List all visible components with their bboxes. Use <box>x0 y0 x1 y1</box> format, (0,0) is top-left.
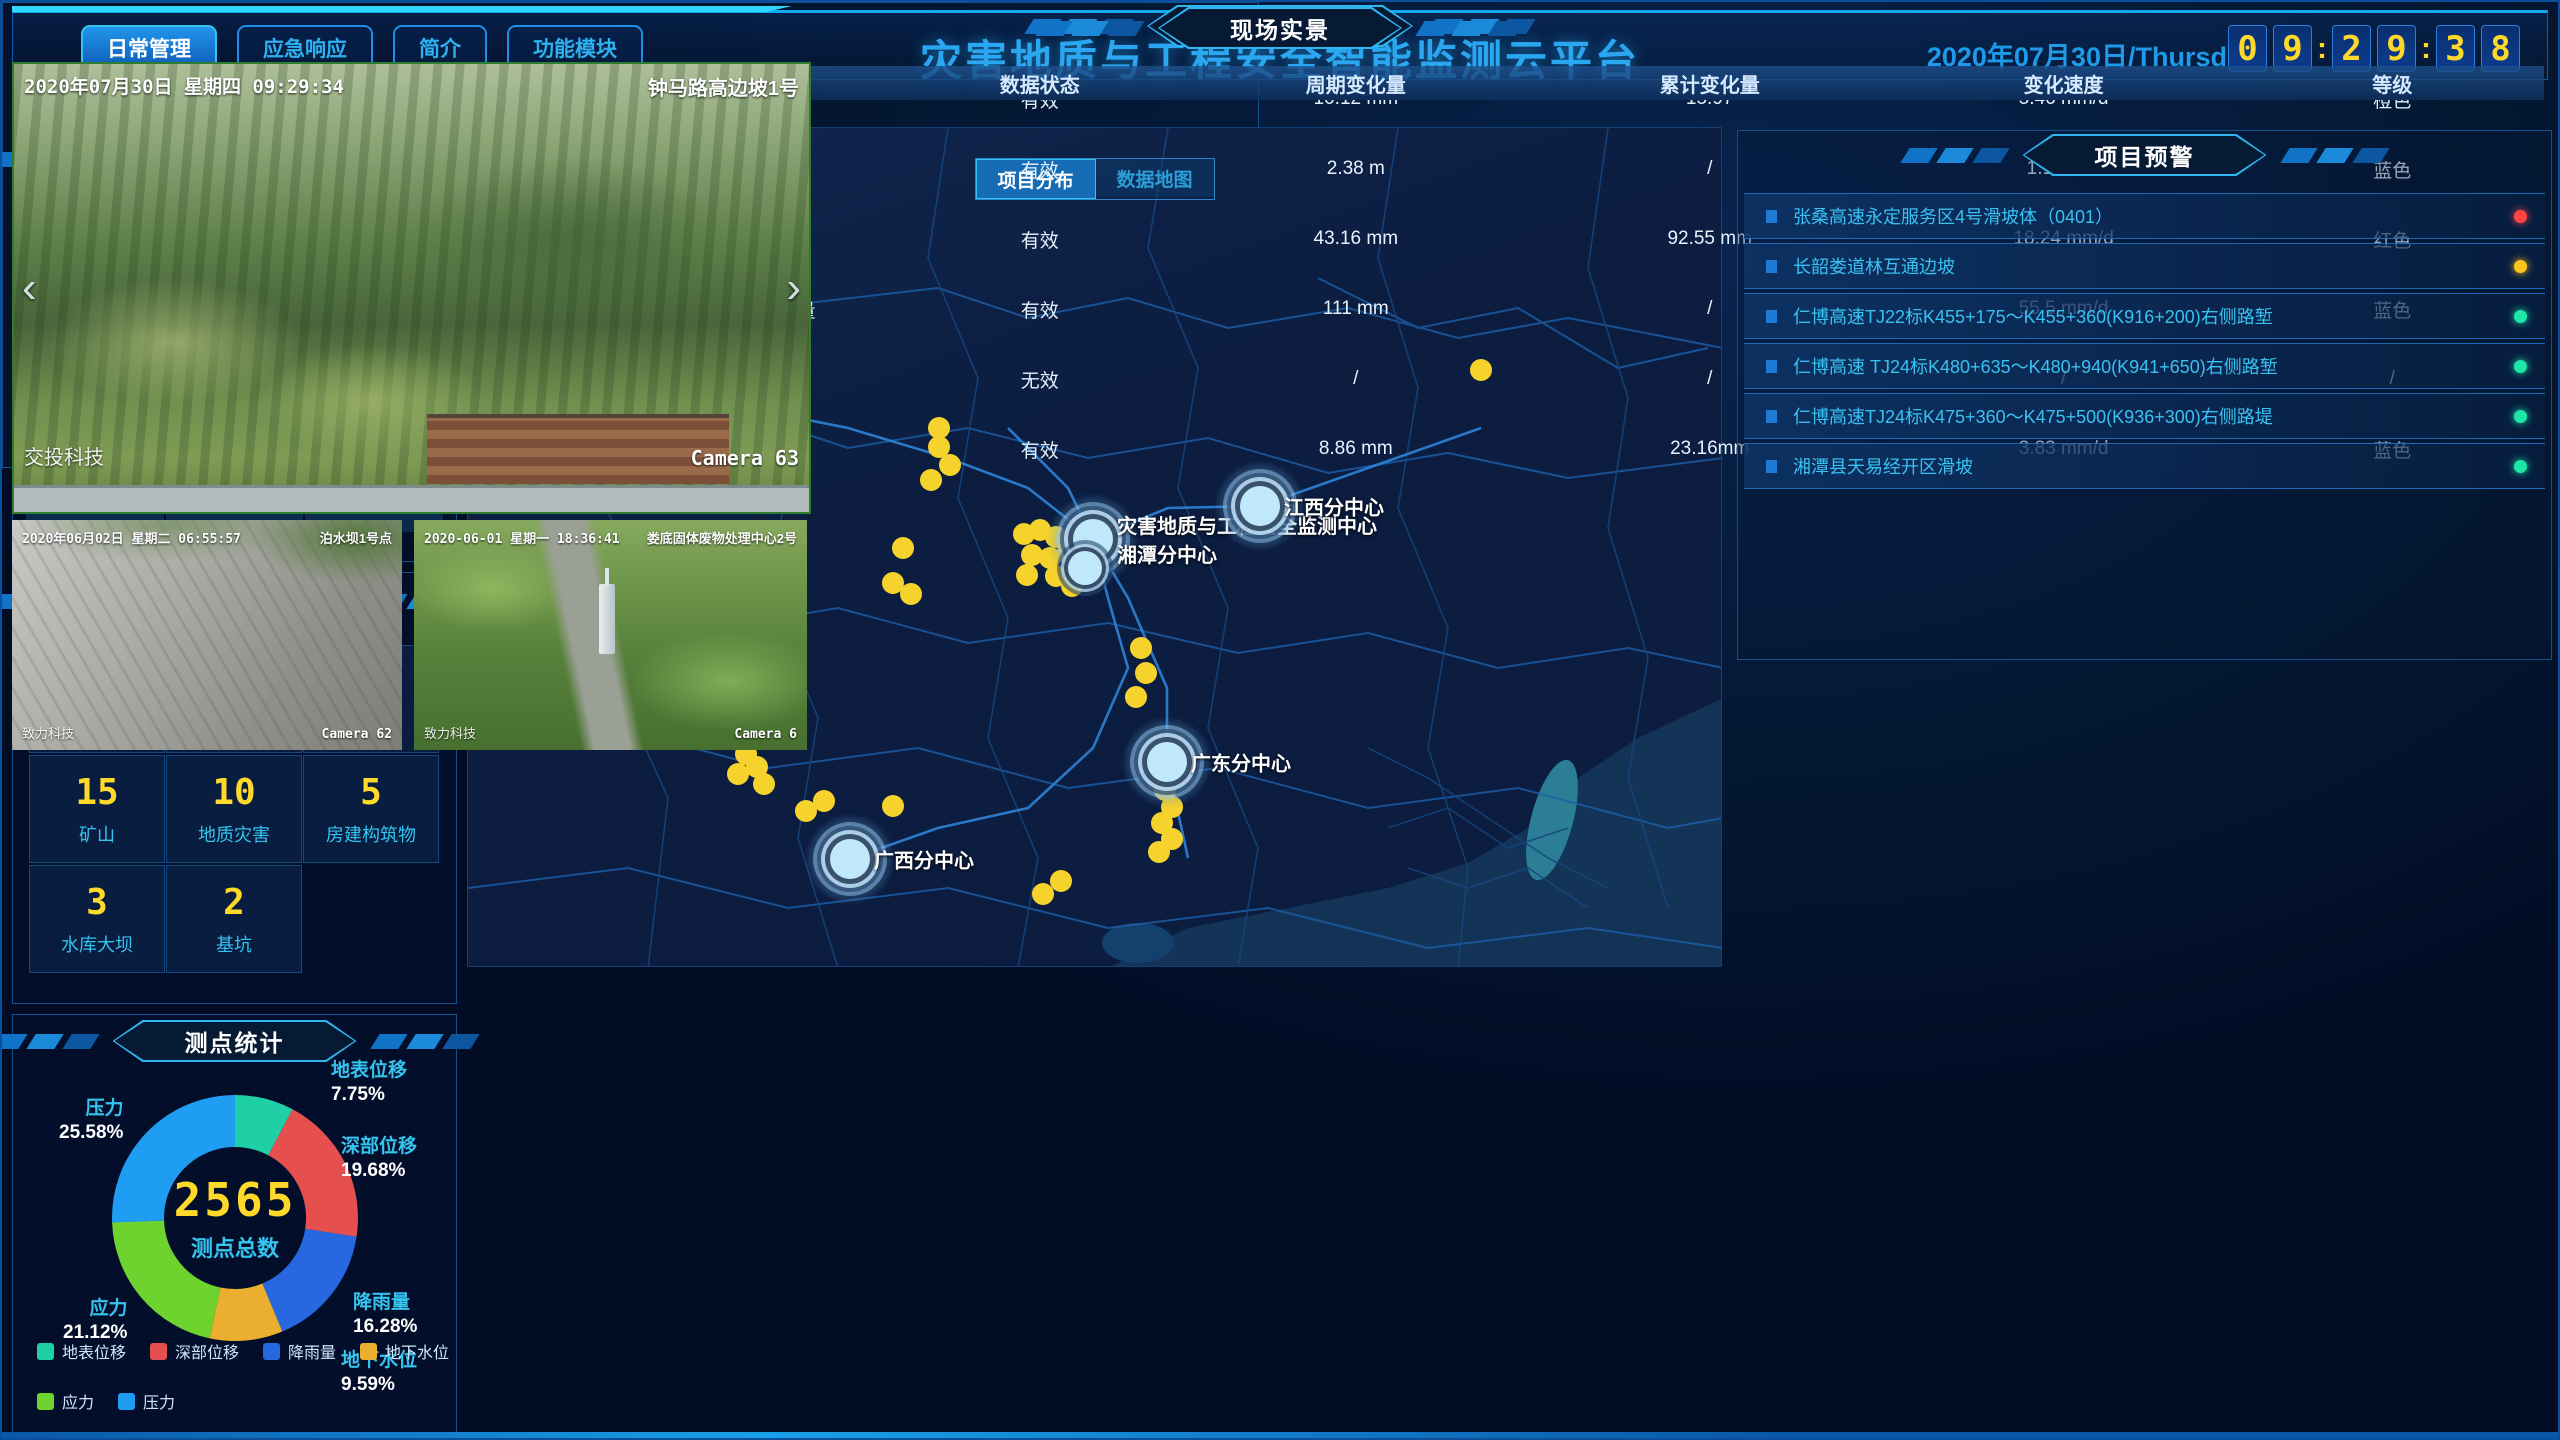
camera-timestamp: 2020-06-01 星期一 18:36:41 <box>424 528 620 547</box>
warning-status-dot <box>2514 360 2527 373</box>
alarm-column-header: 等级 <box>2241 69 2544 98</box>
camera-brand: 交投科技 <box>24 441 104 470</box>
camera-id: Camera 62 <box>322 727 392 742</box>
alarm-column-header: 周期变化量 <box>1179 69 1533 98</box>
warning-text: 仁博高速TJ24标K475+360～K475+500(K936+300)右侧路堤 <box>1793 403 2514 429</box>
alarm-cell: 有效 <box>901 296 1179 323</box>
warning-bullet <box>1766 210 1777 223</box>
alarm-cell: 橙色 <box>2241 100 2544 113</box>
camera-small-view-1[interactable]: 2020年06月02日 星期二 06:55:57 泊水坝1号点 致力科技 Cam… <box>12 520 402 750</box>
warning-list: 张桑高速永定服务区4号滑坡体（0401） 长韶娄道林互通边坡仁博高速TJ22标K4… <box>1744 193 2545 493</box>
camera-name: 钟马路高边坡1号 <box>648 72 799 101</box>
warning-bullet <box>1766 410 1777 423</box>
camera-id: Camera 6 <box>734 727 797 742</box>
alarm-cell: 15.97 <box>1533 100 1887 110</box>
footer-line <box>2 1432 2558 1438</box>
warning-status-dot <box>2514 210 2527 223</box>
alarm-cell: 5.46 mm/d <box>1887 100 2241 110</box>
camera-name: 泊水坝1号点 <box>320 528 392 547</box>
camera-name: 娄底固体废物处理中心2号 <box>647 528 797 547</box>
camera-small-view-2[interactable]: 2020-06-01 星期一 18:36:41 娄底固体废物处理中心2号 致力科… <box>414 520 807 750</box>
header-deco-right <box>2281 148 2389 163</box>
warning-row[interactable]: 仁博高速 TJ24标K480+635～K480+940(K941+650)右侧路… <box>1744 343 2545 389</box>
cameras-header: 现场实景 <box>2 6 2558 50</box>
warning-text: 长韶娄道林互通边坡 <box>1793 253 2514 279</box>
camera-brand: 致力科技 <box>424 723 476 742</box>
warning-bullet <box>1766 310 1777 323</box>
camera-timestamp: 2020年07月30日 星期四 09:29:34 <box>24 72 344 99</box>
warning-row[interactable]: 仁博高速TJ22标K455+175～K455+360(K916+200)右侧路堑 <box>1744 293 2545 339</box>
alarm-cell: 有效 <box>901 100 1179 113</box>
camera-main-view[interactable]: 2020年07月30日 星期四 09:29:34 钟马路高边坡1号 交投科技 C… <box>12 62 811 514</box>
warning-text: 张桑高速永定服务区4号滑坡体（0401） <box>1793 203 2514 229</box>
alarm-cell: 2.38 m <box>1179 158 1533 180</box>
camera-next-arrow[interactable]: › <box>786 263 801 313</box>
alarm-cell: 111 mm <box>1179 298 1533 320</box>
warning-panel: 项目预警 张桑高速永定服务区4号滑坡体（0401） 长韶娄道林互通边坡仁博高速TJ… <box>1737 130 2552 660</box>
header-deco-right <box>1416 21 1524 36</box>
alarm-cell: 有效 <box>901 226 1179 253</box>
camera-scene-road <box>14 485 809 512</box>
warning-text: 仁博高速TJ22标K455+175～K455+360(K916+200)右侧路堑 <box>1793 303 2514 329</box>
warning-bullet <box>1766 460 1777 473</box>
warnings-header: 项目预警 <box>1738 133 2551 177</box>
warning-text: 仁博高速 TJ24标K480+635～K480+940(K941+650)右侧路… <box>1793 353 2514 379</box>
warning-row[interactable]: 仁博高速TJ24标K475+360～K475+500(K936+300)右侧路堤 <box>1744 393 2545 439</box>
alarm-cell: 无效 <box>901 366 1179 393</box>
alarm-cell: 10.12 mm <box>1179 100 1533 110</box>
warning-row[interactable]: 长韶娄道林互通边坡 <box>1744 243 2545 289</box>
alarm-cell: 有效 <box>901 156 1179 183</box>
header-deco-left <box>1901 148 2009 163</box>
header-deco-left <box>1036 21 1144 36</box>
warning-bullet <box>1766 360 1777 373</box>
warning-status-dot <box>2514 260 2527 273</box>
alarm-column-header: 数据状态 <box>901 69 1179 98</box>
warning-row[interactable]: 张桑高速永定服务区4号滑坡体（0401） <box>1744 193 2545 239</box>
alarm-cell: 有效 <box>901 436 1179 463</box>
alarm-column-header: 变化速度 <box>1887 69 2241 98</box>
alarm-cell: 43.16 mm <box>1179 228 1533 250</box>
warnings-title: 项目预警 <box>2025 136 2265 174</box>
alarm-cell: 8.86 mm <box>1179 438 1533 460</box>
warning-status-dot <box>2514 410 2527 423</box>
camera-scene-pillar <box>599 584 615 654</box>
warning-bullet <box>1766 260 1777 273</box>
warning-row[interactable]: 湘潭县天易经开区滑坡 <box>1744 443 2545 489</box>
camera-brand: 致力科技 <box>22 723 74 742</box>
warning-text: 湘潭县天易经开区滑坡 <box>1793 453 2514 479</box>
camera-id: Camera 63 <box>691 446 799 470</box>
dashboard-page: 日常管理应急响应简介功能模块 灾害地质与工程安全智能监测云平台 2020年07月… <box>0 0 2560 1440</box>
alarm-cell: / <box>1179 368 1533 390</box>
alarm-column-header: 累计变化量 <box>1533 69 1887 98</box>
camera-timestamp: 2020年06月02日 星期二 06:55:57 <box>22 528 241 547</box>
warning-status-dot <box>2514 310 2527 323</box>
camera-prev-arrow[interactable]: ‹ <box>22 263 37 313</box>
camera-scene-building <box>427 414 729 484</box>
cameras-title: 现场实景 <box>1160 9 1400 47</box>
warning-status-dot <box>2514 460 2527 473</box>
